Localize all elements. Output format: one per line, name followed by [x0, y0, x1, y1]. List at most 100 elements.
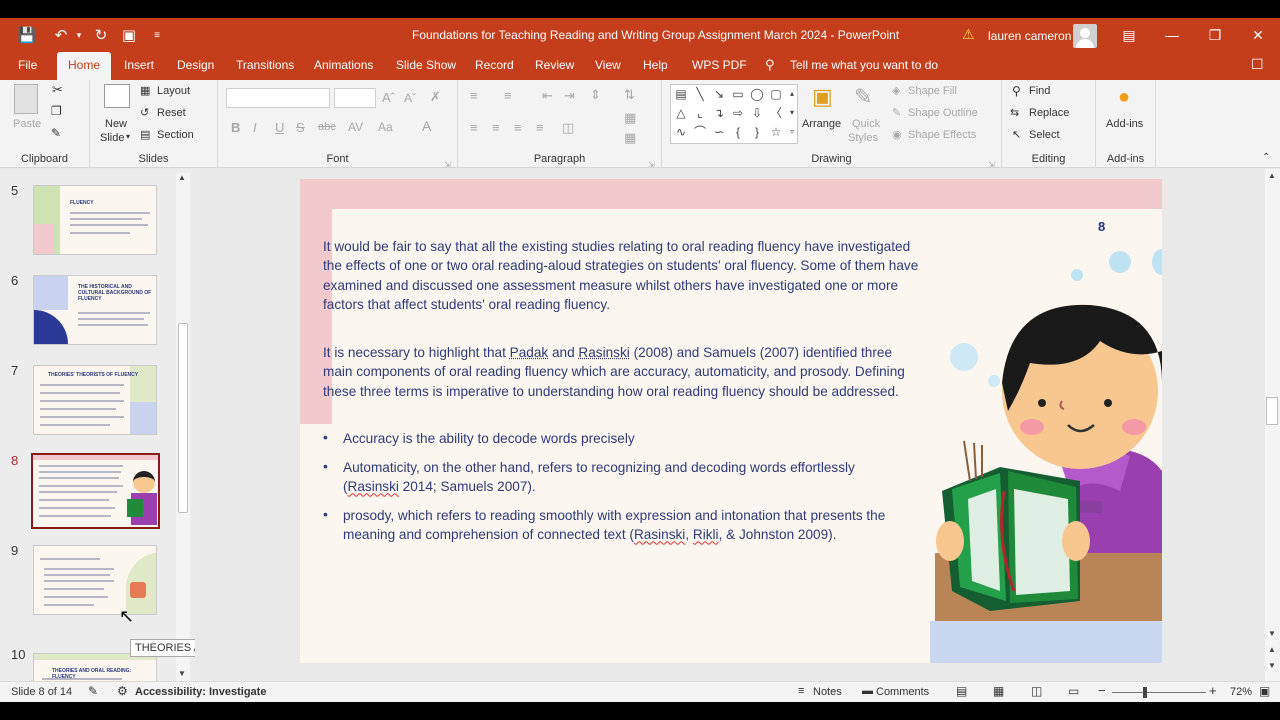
- justify-icon[interactable]: ≡: [536, 120, 544, 135]
- scroll-down-icon[interactable]: ▼: [1268, 629, 1276, 638]
- layout-button[interactable]: Layout: [157, 85, 190, 97]
- tab-insert[interactable]: Insert: [124, 58, 154, 72]
- tab-file[interactable]: File: [18, 58, 37, 72]
- slide-thumbnail-7[interactable]: THEORIES' THEORISTS OF FLUENCY: [33, 365, 157, 435]
- find-button[interactable]: Find: [1029, 85, 1050, 97]
- zoom-in-icon[interactable]: +: [1209, 683, 1217, 698]
- zoom-slider[interactable]: [1112, 692, 1206, 693]
- slide-count[interactable]: Slide 8 of 14: [11, 686, 72, 698]
- section-button[interactable]: Section: [157, 129, 194, 141]
- gallery-scroll-down-icon[interactable]: ▾: [785, 106, 799, 120]
- save-icon[interactable]: 💾: [14, 22, 40, 48]
- scrollbar-thumb[interactable]: [178, 323, 188, 513]
- change-case-icon[interactable]: Aa: [378, 120, 393, 134]
- rounded-rect-shape-icon[interactable]: ▢: [769, 87, 783, 101]
- shape-fill-icon[interactable]: ◈: [892, 84, 900, 97]
- elbow-arrow-shape-icon[interactable]: ↴: [712, 106, 726, 120]
- comments-icon[interactable]: ☐: [1251, 56, 1264, 73]
- slides-panel-scrollbar[interactable]: ▲ ▼: [176, 173, 190, 681]
- undo-dropdown-icon[interactable]: ▾: [74, 22, 84, 48]
- increase-indent-icon[interactable]: ⇥: [564, 88, 575, 104]
- increase-font-size-icon[interactable]: Aˆ: [382, 90, 395, 105]
- reading-view-icon[interactable]: ◫: [1031, 684, 1042, 698]
- notes-icon[interactable]: ≡: [798, 685, 804, 697]
- numbering-icon[interactable]: ≡: [504, 88, 512, 103]
- tell-me-search[interactable]: Tell me what you want to do: [790, 58, 938, 72]
- replace-button[interactable]: Replace: [1029, 107, 1069, 119]
- warning-icon[interactable]: ⚠: [962, 26, 975, 43]
- decrease-font-size-icon[interactable]: Aˇ: [404, 91, 416, 105]
- underline-icon[interactable]: U: [275, 120, 284, 135]
- star-shape-icon[interactable]: ☆: [769, 125, 783, 139]
- shape-effects-icon[interactable]: ◉: [892, 128, 902, 141]
- arrange-button[interactable]: Arrange: [802, 118, 841, 130]
- slide-thumbnail-5[interactable]: FLUENCY: [33, 185, 157, 255]
- bullet-prosody[interactable]: prosody, which refers to reading smoothl…: [343, 506, 898, 545]
- bullets-icon[interactable]: ≡: [470, 88, 478, 103]
- quick-styles-label-line1[interactable]: Quick: [852, 118, 880, 130]
- arrow-line-shape-icon[interactable]: ↘: [712, 87, 726, 101]
- spelling-check-icon[interactable]: ✎: [88, 684, 98, 698]
- shape-outline-icon[interactable]: ✎: [892, 106, 901, 119]
- comments-status-icon[interactable]: ▬: [862, 685, 873, 697]
- slide-sorter-icon[interactable]: ▦: [993, 684, 1004, 698]
- character-spacing-abc-icon[interactable]: abc: [318, 121, 336, 133]
- normal-view-icon[interactable]: ▤: [956, 684, 967, 698]
- scroll-up-icon[interactable]: ▲: [1268, 171, 1276, 180]
- tab-help[interactable]: Help: [643, 58, 668, 72]
- zoom-out-icon[interactable]: −: [1098, 683, 1106, 698]
- char-spacing-icon[interactable]: AV: [348, 120, 363, 134]
- shapes-gallery[interactable]: ▤ ╲ ↘ ▭ ◯ ▢ △ ⌞ ↴ ⇨ ⇩ 〈 ∿ ⌒ ∽ { } ☆ ▴ ▾ …: [670, 84, 798, 144]
- align-right-icon[interactable]: ≡: [514, 120, 522, 135]
- paste-button[interactable]: Paste: [13, 118, 41, 130]
- avatar[interactable]: [1073, 24, 1097, 48]
- paragraph-2[interactable]: It is necessary to highlight that Padak …: [323, 343, 923, 401]
- scroll-down-icon[interactable]: ▼: [178, 669, 186, 678]
- scroll-up-icon[interactable]: ▲: [178, 173, 186, 182]
- drawing-dialog-launcher-icon[interactable]: ⇲: [988, 160, 995, 169]
- copy-icon[interactable]: ❐: [51, 104, 62, 118]
- decrease-indent-icon[interactable]: ⇤: [542, 88, 553, 104]
- strikethrough-icon[interactable]: S: [296, 120, 305, 135]
- next-slide-icon[interactable]: ▼: [1268, 661, 1276, 670]
- format-painter-icon[interactable]: ✎: [51, 126, 61, 140]
- font-size-field[interactable]: [334, 88, 376, 108]
- arrange-icon[interactable]: ▣: [812, 84, 833, 110]
- tab-view[interactable]: View: [595, 58, 621, 72]
- text-direction-icon[interactable]: ⇅: [624, 87, 635, 103]
- right-arrow-shape-icon[interactable]: ⇨: [731, 106, 745, 120]
- reset-button[interactable]: Reset: [157, 107, 186, 119]
- tab-slide-show[interactable]: Slide Show: [396, 58, 456, 72]
- minimize-button[interactable]: —: [1157, 23, 1187, 47]
- paste-icon[interactable]: [14, 84, 38, 114]
- ribbon-display-options-icon[interactable]: ▤: [1114, 23, 1144, 47]
- undo-icon[interactable]: ↶: [48, 22, 74, 48]
- fit-to-window-icon[interactable]: ▣: [1259, 684, 1270, 698]
- left-brace-shape-icon[interactable]: {: [731, 125, 745, 139]
- smartart-icon[interactable]: ▦: [624, 130, 636, 146]
- addins-button[interactable]: Add-ins: [1106, 118, 1143, 130]
- slide-thumbnail-10[interactable]: THEORIES AND ORAL READING: FLUENCY: [33, 653, 157, 683]
- user-name[interactable]: lauren cameron: [988, 29, 1071, 43]
- slide-canvas[interactable]: 8 It would be fair to say that all the e…: [300, 179, 1162, 663]
- callout-shape-icon[interactable]: 〈: [769, 106, 783, 120]
- font-name-field[interactable]: [226, 88, 330, 108]
- gallery-more-icon[interactable]: ▿: [785, 125, 799, 139]
- align-left-icon[interactable]: ≡: [470, 120, 478, 135]
- tab-home[interactable]: Home: [57, 52, 111, 80]
- cut-icon[interactable]: ✂: [52, 82, 63, 98]
- select-button[interactable]: Select: [1029, 129, 1060, 141]
- notes-button[interactable]: Notes: [813, 686, 842, 698]
- tab-review[interactable]: Review: [535, 58, 574, 72]
- shape-effects-button[interactable]: Shape Effects: [908, 129, 976, 141]
- redo-icon[interactable]: ↻: [88, 22, 114, 48]
- align-text-icon[interactable]: ▦: [624, 110, 636, 126]
- line-spacing-icon[interactable]: ⇕: [590, 87, 601, 103]
- new-slide-icon[interactable]: [104, 84, 130, 108]
- columns-icon[interactable]: ◫: [562, 120, 574, 136]
- close-button[interactable]: ✕: [1243, 23, 1273, 47]
- bullet-accuracy[interactable]: Accuracy is the ability to decode words …: [343, 429, 913, 448]
- shape-outline-button[interactable]: Shape Outline: [908, 107, 978, 119]
- right-brace-shape-icon[interactable]: }: [750, 125, 764, 139]
- scribble-shape-icon[interactable]: ∽: [712, 125, 726, 139]
